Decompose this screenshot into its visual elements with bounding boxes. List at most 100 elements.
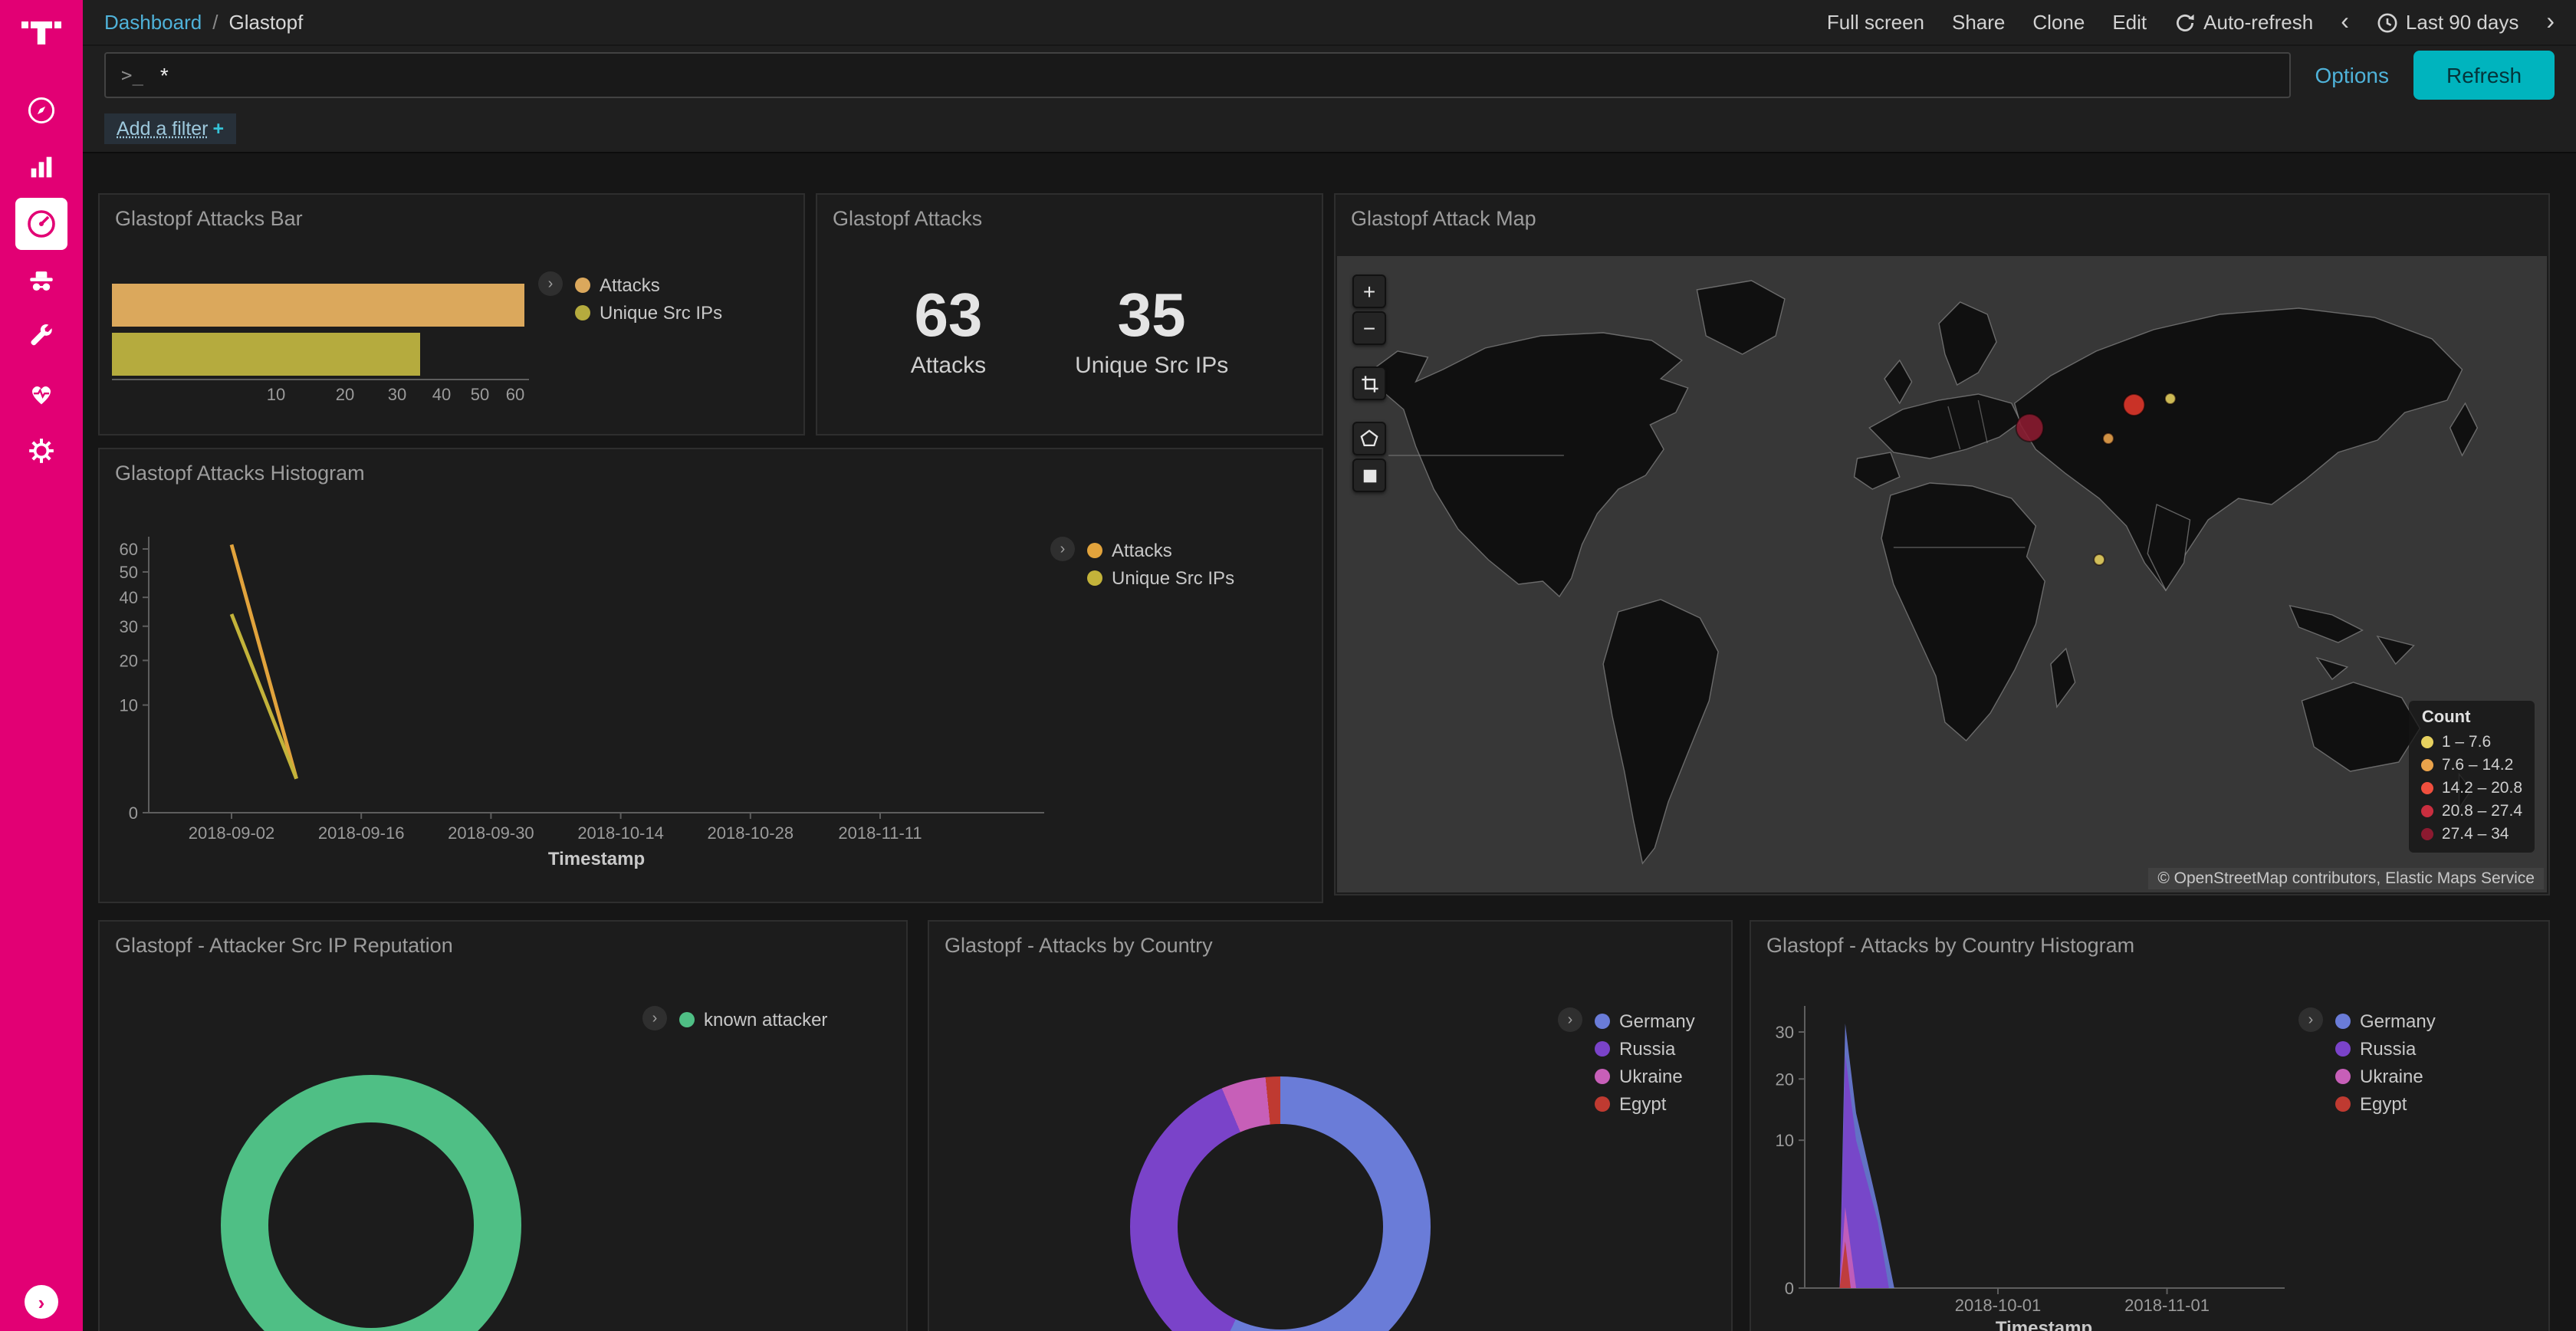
panel-title: Glastopf - Attacker Src IP Reputation xyxy=(100,922,906,969)
breadcrumb-separator: / xyxy=(212,11,218,34)
refresh-cycle-icon xyxy=(2174,12,2196,33)
query-input[interactable] xyxy=(157,61,2274,89)
map-legend-item: 7.6 – 14.2 xyxy=(2422,753,2522,776)
legend-item-Germany[interactable]: Germany xyxy=(2335,1007,2436,1035)
legend-item-Attacks[interactable]: Attacks xyxy=(1087,537,1234,564)
bar-Attacks[interactable] xyxy=(112,284,524,327)
legend-item-Ukraine[interactable]: Ukraine xyxy=(2335,1063,2436,1090)
sidebar-item-spy[interactable] xyxy=(0,251,83,308)
map-legend: Count 1 – 7.67.6 – 14.214.2 – 20.820.8 –… xyxy=(2410,701,2535,853)
sidebar-item-management[interactable] xyxy=(0,422,83,478)
panel-title: Glastopf Attacks Bar xyxy=(100,195,803,242)
sidebar-item-devtools[interactable] xyxy=(0,308,83,365)
panel-attacks-bar: Glastopf Attacks Bar 102030405060 ›Attac… xyxy=(98,193,805,435)
tick-label: 30 xyxy=(120,617,138,636)
sidebar-item-monitoring[interactable] xyxy=(0,365,83,422)
tick-label: 2018-10-14 xyxy=(577,823,664,843)
donut-hole xyxy=(1178,1124,1383,1329)
series-line-Unique Src IPs[interactable] xyxy=(232,614,297,779)
donut-chart-reputation[interactable] xyxy=(221,1075,521,1331)
legend-item-Egypt[interactable]: Egypt xyxy=(1595,1090,1695,1118)
options-link[interactable]: Options xyxy=(2315,63,2390,87)
chevron-left-icon: ‹ xyxy=(2341,10,2349,35)
legend-item-known attacker[interactable]: known attacker xyxy=(679,1006,827,1034)
tick-label: 2018-09-30 xyxy=(448,823,534,843)
telekom-t-icon xyxy=(21,12,61,52)
tick-label: 0 xyxy=(129,804,138,823)
map-legend-item: 27.4 – 34 xyxy=(2422,822,2522,845)
x-tick-label: 50 xyxy=(471,386,490,405)
map-marker[interactable] xyxy=(2094,554,2104,565)
legend-item-Ukraine[interactable]: Ukraine xyxy=(1595,1063,1695,1090)
legend-item-Unique Src IPs[interactable]: Unique Src IPs xyxy=(575,299,722,327)
x-axis xyxy=(112,379,529,380)
map-attribution[interactable]: © OpenStreetMap contributors, Elastic Ma… xyxy=(2148,868,2544,889)
polygon-filter-button[interactable] xyxy=(1352,422,1386,455)
panel-country-histogram: Glastopf - Attacks by Country Histogram … xyxy=(1750,920,2550,1331)
gear-icon xyxy=(15,424,67,476)
fit-bounds-crop-button[interactable] xyxy=(1352,366,1386,400)
legend-expand-icon[interactable]: › xyxy=(642,1006,667,1030)
tick-label: 60 xyxy=(120,540,138,559)
legend-item-Russia[interactable]: Russia xyxy=(1595,1035,1695,1063)
metric-unique-src-ips: 35 Unique Src IPs xyxy=(1075,282,1228,379)
map-controls: + − xyxy=(1352,274,1386,495)
x-tick-label: 40 xyxy=(432,386,452,405)
panel-attack-map: Glastopf Attack Map xyxy=(1334,193,2550,896)
map-marker[interactable] xyxy=(2124,394,2145,416)
share-button[interactable]: Share xyxy=(1952,11,2005,34)
refresh-button[interactable]: Refresh xyxy=(2413,51,2555,100)
dashboard-gauge-icon xyxy=(15,197,67,249)
time-forward-button[interactable]: › xyxy=(2546,10,2555,35)
donut-chart-country[interactable] xyxy=(1130,1076,1431,1331)
metric-group: 63 Attacks 35 Unique Src IPs xyxy=(817,282,1322,379)
wrench-icon xyxy=(15,311,67,363)
legend-item-Unique Src IPs[interactable]: Unique Src IPs xyxy=(1087,564,1234,592)
legend-item-Egypt[interactable]: Egypt xyxy=(2335,1090,2436,1118)
series-line-Attacks[interactable] xyxy=(232,544,297,778)
breadcrumb-dashboard-link[interactable]: Dashboard xyxy=(104,11,202,34)
sidebar-item-dashboard[interactable] xyxy=(0,195,83,251)
add-filter-link[interactable]: Add a filter+ xyxy=(104,113,236,143)
legend-item-Russia[interactable]: Russia xyxy=(2335,1035,2436,1063)
legend-expand-icon[interactable]: › xyxy=(1050,537,1075,561)
legend-item-Germany[interactable]: Germany xyxy=(1595,1007,1695,1035)
heartbeat-icon xyxy=(15,367,67,419)
filter-bar: Add a filter+ xyxy=(83,104,2576,153)
map-marker[interactable] xyxy=(2165,393,2176,404)
tick-label: 50 xyxy=(120,563,138,582)
telekom-logo[interactable] xyxy=(21,12,61,60)
edit-button[interactable]: Edit xyxy=(2112,11,2147,34)
map-marker[interactable] xyxy=(2103,433,2114,444)
sidebar-item-visualize[interactable] xyxy=(0,138,83,195)
legend-item-Attacks[interactable]: Attacks xyxy=(575,271,722,299)
tick-label: 2018-10-28 xyxy=(708,823,794,843)
chart-legend: › GermanyRussiaUkraineEgypt xyxy=(1558,1007,1695,1118)
area-chart: 01020302018-10-012018-11-01 xyxy=(1751,922,2548,1331)
legend-expand-icon[interactable]: › xyxy=(1558,1007,1582,1032)
sidebar-collapse-button[interactable]: › xyxy=(25,1285,58,1319)
chart-legend: › AttacksUnique Src IPs xyxy=(1050,537,1234,592)
clone-button[interactable]: Clone xyxy=(2032,11,2085,34)
tick-label: 20 xyxy=(120,651,138,670)
top-navigation: Dashboard / Glastopf Full screen Share C… xyxy=(83,0,2576,46)
bar-chart-icon xyxy=(15,140,67,192)
auto-refresh-button[interactable]: Auto-refresh xyxy=(2174,11,2313,34)
time-back-button[interactable]: ‹ xyxy=(2341,10,2349,35)
line-chart: 01020304050602018-09-022018-09-162018-09… xyxy=(100,449,1322,902)
time-range-button[interactable]: Last 90 days xyxy=(2377,11,2518,34)
rectangle-filter-button[interactable] xyxy=(1352,458,1386,492)
x-tick-label: 30 xyxy=(388,386,407,405)
zoom-in-button[interactable]: + xyxy=(1352,274,1386,308)
bar-Unique Src IPs[interactable] xyxy=(112,333,420,376)
zoom-out-button[interactable]: − xyxy=(1352,311,1386,345)
legend-expand-icon[interactable]: › xyxy=(2298,1007,2323,1032)
query-input-box[interactable]: >_ xyxy=(104,52,2291,98)
sidebar-item-discover[interactable] xyxy=(0,81,83,138)
legend-expand-icon[interactable]: › xyxy=(538,271,563,296)
full-screen-button[interactable]: Full screen xyxy=(1827,11,1924,34)
map-marker[interactable] xyxy=(2016,414,2044,442)
world-map[interactable]: + − xyxy=(1337,256,2547,892)
plus-icon: + xyxy=(213,117,225,139)
sidebar: › xyxy=(0,0,83,1331)
